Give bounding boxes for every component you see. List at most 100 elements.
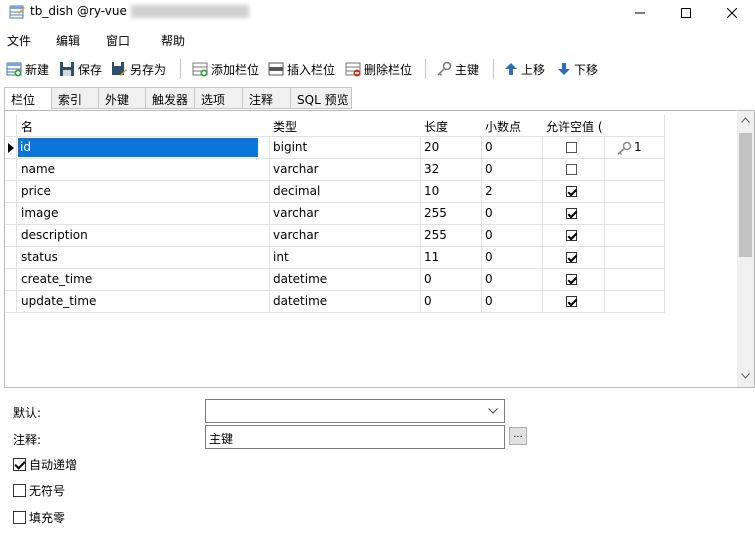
auto-increment-option[interactable]: 自动递增	[13, 456, 77, 473]
cell-decimals[interactable]: 2	[481, 181, 543, 203]
cell-name[interactable]: update_time	[17, 291, 270, 313]
cell-key[interactable]	[604, 181, 665, 203]
cell-length[interactable]: 11	[420, 247, 482, 269]
cell-type[interactable]: varchar	[269, 203, 421, 225]
table-row[interactable]: price decimal 10 2	[5, 181, 665, 203]
row-indicator[interactable]	[5, 291, 17, 313]
cell-type[interactable]: varchar	[269, 159, 421, 181]
cell-nullable[interactable]	[542, 247, 605, 269]
cell-decimals[interactable]: 0	[481, 291, 543, 313]
table-row[interactable]: id bigint 20 0 1	[5, 137, 665, 159]
cell-key[interactable]	[604, 203, 665, 225]
column-header-type[interactable]: 类型	[269, 115, 421, 137]
cell-type[interactable]: bigint	[269, 137, 421, 159]
cell-decimals[interactable]: 0	[481, 159, 543, 181]
menu-edit[interactable]: 编辑	[56, 32, 80, 49]
auto-increment-checkbox[interactable]	[13, 458, 26, 471]
cell-nullable[interactable]	[542, 269, 605, 291]
primary-key-button[interactable]: 主键	[436, 57, 479, 81]
cell-nullable[interactable]	[542, 137, 605, 159]
cell-decimals[interactable]: 0	[481, 203, 543, 225]
zerofill-option[interactable]: 填充零	[13, 509, 65, 526]
tab-fields[interactable]: 栏位	[4, 87, 52, 110]
cell-length[interactable]: 10	[420, 181, 482, 203]
cell-length[interactable]: 255	[420, 225, 482, 247]
scrollbar-thumb[interactable]	[739, 133, 752, 257]
cell-type[interactable]: datetime	[269, 269, 421, 291]
cell-nullable[interactable]	[542, 291, 605, 313]
nullable-checkbox[interactable]	[566, 186, 577, 197]
cell-length[interactable]: 0	[420, 269, 482, 291]
cell-name[interactable]: create_time	[17, 269, 270, 291]
row-indicator[interactable]	[5, 203, 17, 225]
cell-name[interactable]: image	[17, 203, 270, 225]
cell-nullable[interactable]	[542, 159, 605, 181]
cell-key[interactable]	[604, 291, 665, 313]
cell-decimals[interactable]: 0	[481, 137, 543, 159]
add-field-button[interactable]: 添加栏位	[192, 57, 259, 81]
column-header-key[interactable]	[604, 115, 665, 137]
minimize-button[interactable]	[617, 0, 663, 26]
scroll-down-icon[interactable]	[741, 373, 750, 379]
move-up-button[interactable]: 上移	[504, 57, 545, 81]
close-button[interactable]	[709, 0, 755, 26]
tab-indexes[interactable]: 索引	[51, 87, 99, 109]
scroll-up-icon[interactable]	[741, 117, 750, 123]
tab-triggers[interactable]: 触发器	[145, 87, 195, 109]
unsigned-option[interactable]: 无符号	[13, 482, 65, 499]
move-down-button[interactable]: 下移	[557, 57, 598, 81]
cell-decimals[interactable]: 0	[481, 269, 543, 291]
menu-window[interactable]: 窗口	[106, 32, 130, 49]
delete-field-button[interactable]: 删除栏位	[345, 57, 412, 81]
cell-nullable[interactable]	[542, 225, 605, 247]
row-indicator[interactable]	[5, 269, 17, 291]
cell-type[interactable]: int	[269, 247, 421, 269]
cell-nullable[interactable]	[542, 181, 605, 203]
row-indicator[interactable]	[5, 181, 17, 203]
cell-type[interactable]: datetime	[269, 291, 421, 313]
save-button[interactable]: 保存	[59, 57, 102, 81]
cell-key[interactable]	[604, 225, 665, 247]
new-button[interactable]: 新建	[6, 57, 49, 81]
column-header-length[interactable]: 长度	[420, 115, 482, 137]
cell-decimals[interactable]: 0	[481, 225, 543, 247]
cell-length[interactable]: 255	[420, 203, 482, 225]
nullable-checkbox[interactable]	[566, 208, 577, 219]
tab-foreign-keys[interactable]: 外键	[98, 87, 146, 109]
table-row[interactable]: description varchar 255 0	[5, 225, 665, 247]
table-row[interactable]: update_time datetime 0 0	[5, 291, 665, 313]
selected-cell-editor[interactable]: id	[18, 138, 258, 157]
nullable-checkbox[interactable]	[566, 274, 577, 285]
cell-name[interactable]: name	[17, 159, 270, 181]
cell-key[interactable]: 1	[604, 137, 665, 159]
tab-options[interactable]: 选项	[194, 87, 243, 109]
cell-type[interactable]: varchar	[269, 225, 421, 247]
row-indicator[interactable]	[5, 159, 17, 181]
cell-name[interactable]: description	[17, 225, 270, 247]
comment-field[interactable]: 主键	[205, 425, 505, 449]
cell-name[interactable]: price	[17, 181, 270, 203]
column-header-decimals[interactable]: 小数点	[481, 115, 543, 137]
row-indicator[interactable]	[5, 137, 17, 159]
cell-type[interactable]: decimal	[269, 181, 421, 203]
cell-key[interactable]	[604, 247, 665, 269]
unsigned-checkbox[interactable]	[13, 484, 26, 497]
cell-decimals[interactable]: 0	[481, 247, 543, 269]
nullable-checkbox[interactable]	[566, 252, 577, 263]
table-row[interactable]: name varchar 32 0	[5, 159, 665, 181]
maximize-button[interactable]	[663, 0, 709, 26]
comment-edit-button[interactable]: ...	[509, 427, 527, 445]
nullable-checkbox[interactable]	[566, 164, 577, 175]
cell-length[interactable]: 0	[420, 291, 482, 313]
cell-name[interactable]: id	[17, 137, 270, 159]
row-indicator[interactable]	[5, 247, 17, 269]
cell-name[interactable]: status	[17, 247, 270, 269]
table-row[interactable]: status int 11 0	[5, 247, 665, 269]
default-value-select[interactable]	[205, 399, 505, 423]
nullable-checkbox[interactable]	[566, 230, 577, 241]
column-header-name[interactable]: 名	[17, 115, 270, 137]
cell-nullable[interactable]	[542, 203, 605, 225]
nullable-checkbox[interactable]	[566, 142, 577, 153]
save-as-button[interactable]: 另存为	[111, 57, 166, 81]
menu-file[interactable]: 文件	[7, 32, 31, 49]
